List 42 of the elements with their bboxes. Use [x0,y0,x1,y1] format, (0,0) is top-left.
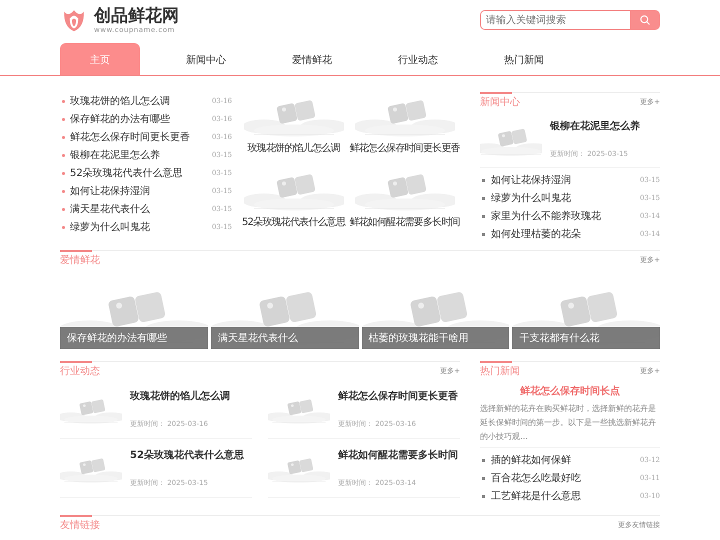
article-link[interactable]: 保存鲜花的办法有哪些 [70,112,212,126]
section-title: 行业动态 [60,364,100,378]
search-button[interactable] [630,10,660,30]
nav-tab[interactable]: 新闻中心 [166,43,246,76]
article-link[interactable]: 百合花怎么吃最好吃 [491,471,640,485]
article-link[interactable]: 插的鲜花如何保鲜 [491,453,640,467]
card-caption[interactable]: 干支花都有什么花 [512,327,660,349]
article-title[interactable]: 鲜花如何醒花需要多长时间 [338,448,458,462]
article-link[interactable]: 如何让花保持湿润 [70,184,212,198]
card-caption[interactable]: 枯萎的玫瑰花能干啥用 [362,327,510,349]
article-link[interactable]: 52朵玫瑰花代表什么意思 [70,166,212,180]
section-title: 友情链接 [60,518,100,532]
article-link[interactable]: 绿萝为什么叫鬼花 [491,191,640,205]
article-link[interactable]: 银柳在花泥里怎么养 [70,148,212,162]
section-title: 热门新闻 [480,364,520,378]
article-link[interactable]: 工艺鲜花是什么意思 [491,489,640,503]
search-icon [639,14,651,26]
article-link[interactable]: 家里为什么不能养玫瑰花 [491,209,640,223]
article-link[interactable]: 满天星花代表什么 [70,202,212,216]
article-link[interactable]: 玫瑰花饼的馅儿怎么调 [70,94,212,108]
article-title[interactable]: 玫瑰花饼的馅儿怎么调 [130,389,230,403]
article-title[interactable]: 52朵玫瑰花代表什么意思 [130,448,244,462]
section-title: 爱情鲜花 [60,254,100,267]
card-caption[interactable]: 满天星花代表什么 [210,327,358,349]
article-link[interactable]: 如何处理枯萎的花朵 [491,227,640,241]
card-caption[interactable]: 保存鲜花的办法有哪些 [60,327,208,349]
nav-tab[interactable]: 爱情鲜花 [272,43,352,76]
site-name: 创品鲜花网 [94,6,179,26]
section-title: 新闻中心 [480,96,520,109]
search-field[interactable]: 请输入关键词搜索 [480,10,630,30]
nav-tab[interactable]: 行业动态 [378,43,458,76]
image-caption[interactable]: 玫瑰花饼的馅儿怎么调 [247,141,340,155]
summary-text: 选择新鲜的花卉在购买鲜花时，选择新鲜的花卉是延长保鲜时间的第一步。以下是一些挑选新鲜花卉的小技巧观… [480,402,660,448]
article-link[interactable]: 如何让花保持湿润 [491,173,640,187]
nav-tab[interactable]: 热门新闻 [484,43,564,76]
article-link[interactable]: 鲜花怎么保存时间更长更香 [70,130,212,144]
image-caption[interactable]: 鲜花怎么保存时间更长更香 [349,141,460,155]
featured-title[interactable]: 银柳在花泥里怎么养 [550,119,640,133]
image-caption[interactable]: 鲜花如何醒花需要多长时间 [349,215,460,229]
article-link[interactable]: 绿萝为什么叫鬼花 [70,220,212,234]
article-title[interactable]: 鲜花怎么保存时间更长更香 [338,389,458,403]
image-caption[interactable]: 52朵玫瑰花代表什么意思 [242,215,346,229]
